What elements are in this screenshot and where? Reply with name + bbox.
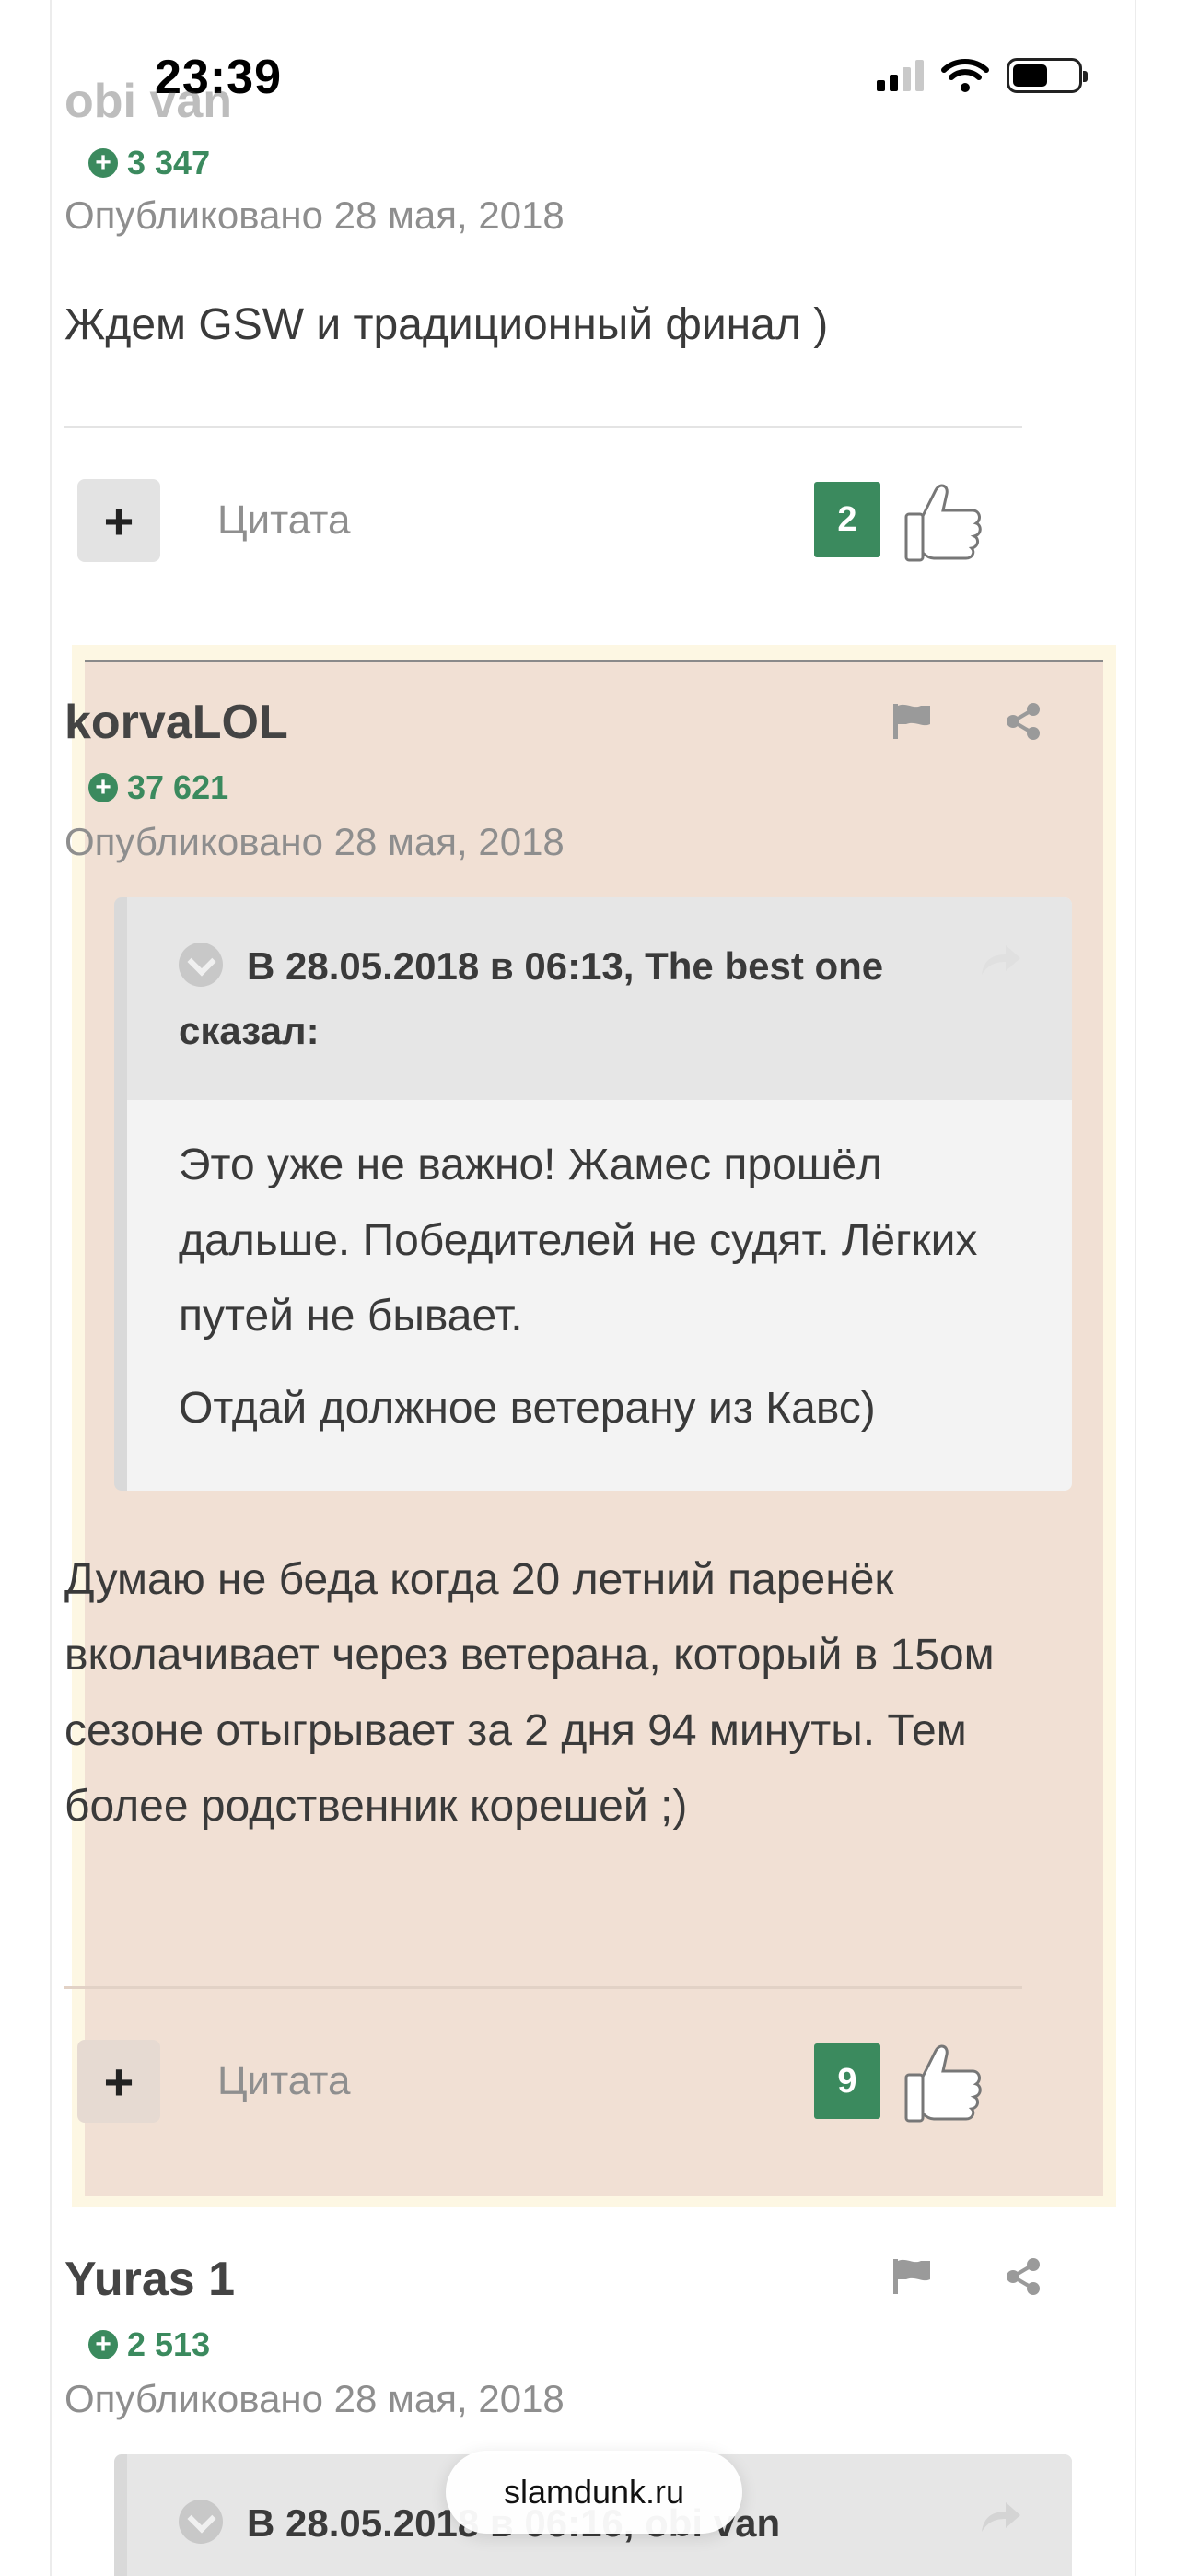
thumbs-up-icon[interactable] [895, 474, 987, 566]
like-count-badge: 9 [814, 2043, 880, 2119]
post-divider [64, 426, 1022, 428]
quote-button[interactable]: Цитата [217, 2058, 350, 2104]
chevron-down-icon[interactable] [179, 943, 223, 987]
wifi-icon [941, 59, 989, 92]
post-author[interactable]: Yuras 1 [64, 2252, 235, 2307]
share-icon[interactable] [1000, 2254, 1046, 2300]
report-flag-icon[interactable] [890, 2254, 936, 2300]
post-author[interactable]: obi van [64, 74, 232, 129]
quote-body: Это уже не важно! Жамес прошёл дальше. П… [127, 1100, 1072, 1491]
reputation-badge: + 3 347 [88, 144, 210, 182]
share-icon[interactable] [1000, 698, 1046, 744]
post-date: Опубликовано 28 мая, 2018 [64, 2377, 565, 2420]
signal-icon [877, 60, 924, 91]
quote-citation: В 28.05.2018 в 06:13, The best one сказа… [179, 944, 884, 1052]
post-date: Опубликовано 28 мая, 2018 [64, 193, 565, 237]
reputation-value: 37 621 [127, 768, 229, 806]
reputation-badge: + 37 621 [88, 768, 228, 807]
battery-icon [1007, 58, 1088, 93]
post-author[interactable]: korvaLOL [64, 695, 288, 750]
quote-header[interactable]: В 28.05.2018 в 06:13, The best one сказа… [127, 897, 1072, 1100]
go-to-quote-icon[interactable] [978, 942, 1024, 978]
like-count-badge: 2 [814, 482, 880, 557]
reputation-value: 2 513 [127, 2325, 211, 2363]
post-text: Ждем GSW и традиционный финал ) [64, 300, 829, 349]
multiquote-button[interactable]: + [77, 2040, 160, 2123]
report-flag-icon[interactable] [890, 698, 936, 744]
status-icons [877, 57, 1088, 94]
plus-circle-icon: + [88, 2330, 118, 2359]
quote-paragraph: Это уже не важно! Жамес прошёл дальше. П… [179, 1141, 978, 1341]
chevron-down-icon[interactable] [179, 2500, 223, 2544]
reputation-value: 3 347 [127, 144, 211, 181]
thumbs-up-icon[interactable] [895, 2034, 987, 2126]
go-to-quote-icon[interactable] [978, 2499, 1024, 2535]
post-date: Опубликовано 28 мая, 2018 [64, 820, 565, 863]
quote-paragraph: Отдай должное ветерану из Кавс) [179, 1384, 876, 1433]
plus-circle-icon: + [88, 773, 118, 802]
reputation-badge: + 2 513 [88, 2325, 210, 2364]
post-divider [64, 1986, 1022, 1989]
plus-circle-icon: + [88, 148, 118, 178]
multiquote-button[interactable]: + [77, 479, 160, 562]
quote-button[interactable]: Цитата [217, 498, 350, 544]
quote-block: В 28.05.2018 в 06:13, The best one сказа… [114, 897, 1072, 1491]
address-bar[interactable]: slamdunk.ru [446, 2451, 742, 2534]
post-text: Думаю не беда когда 20 летний паренёк вк… [64, 1555, 995, 1831]
